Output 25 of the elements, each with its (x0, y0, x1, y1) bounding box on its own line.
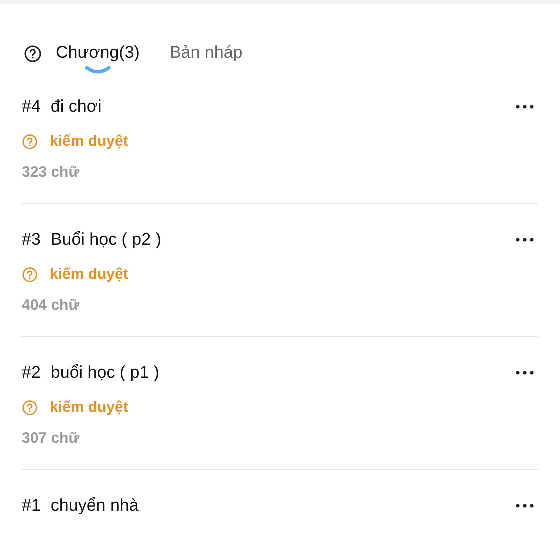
status-label: kiểm duyệt (50, 266, 128, 283)
word-count: 307 chữ (22, 430, 81, 447)
status-label: kiểm duyệt (50, 399, 128, 416)
more-icon[interactable] (516, 238, 534, 242)
more-icon[interactable] (516, 504, 534, 508)
tab[interactable]: Chương(3) (56, 42, 140, 76)
help-icon (22, 400, 38, 416)
chapter-number: #3 (22, 230, 41, 250)
tab[interactable]: Bản nháp (170, 42, 243, 76)
status-label: kiểm duyệt (50, 133, 128, 150)
chapter-title[interactable]: chuyển nhà (50, 496, 516, 516)
help-icon (22, 266, 38, 282)
word-count: 404 chữ (22, 297, 81, 314)
more-icon[interactable] (516, 371, 534, 375)
chapter-number: #2 (22, 363, 41, 383)
chapter-title[interactable]: đi chơi (50, 97, 516, 117)
chapter-title[interactable]: Buổi học ( p2 ) (50, 230, 516, 250)
chapter-number: #1 (22, 496, 41, 516)
chapter-number: #4 (22, 97, 41, 117)
tab-indicator (84, 66, 111, 74)
help-icon[interactable] (24, 45, 42, 63)
chapter-title[interactable]: buổi học ( p1 ) (50, 363, 516, 383)
more-icon[interactable] (516, 105, 534, 109)
help-icon (22, 134, 38, 150)
word-count: 323 chữ (22, 164, 81, 181)
